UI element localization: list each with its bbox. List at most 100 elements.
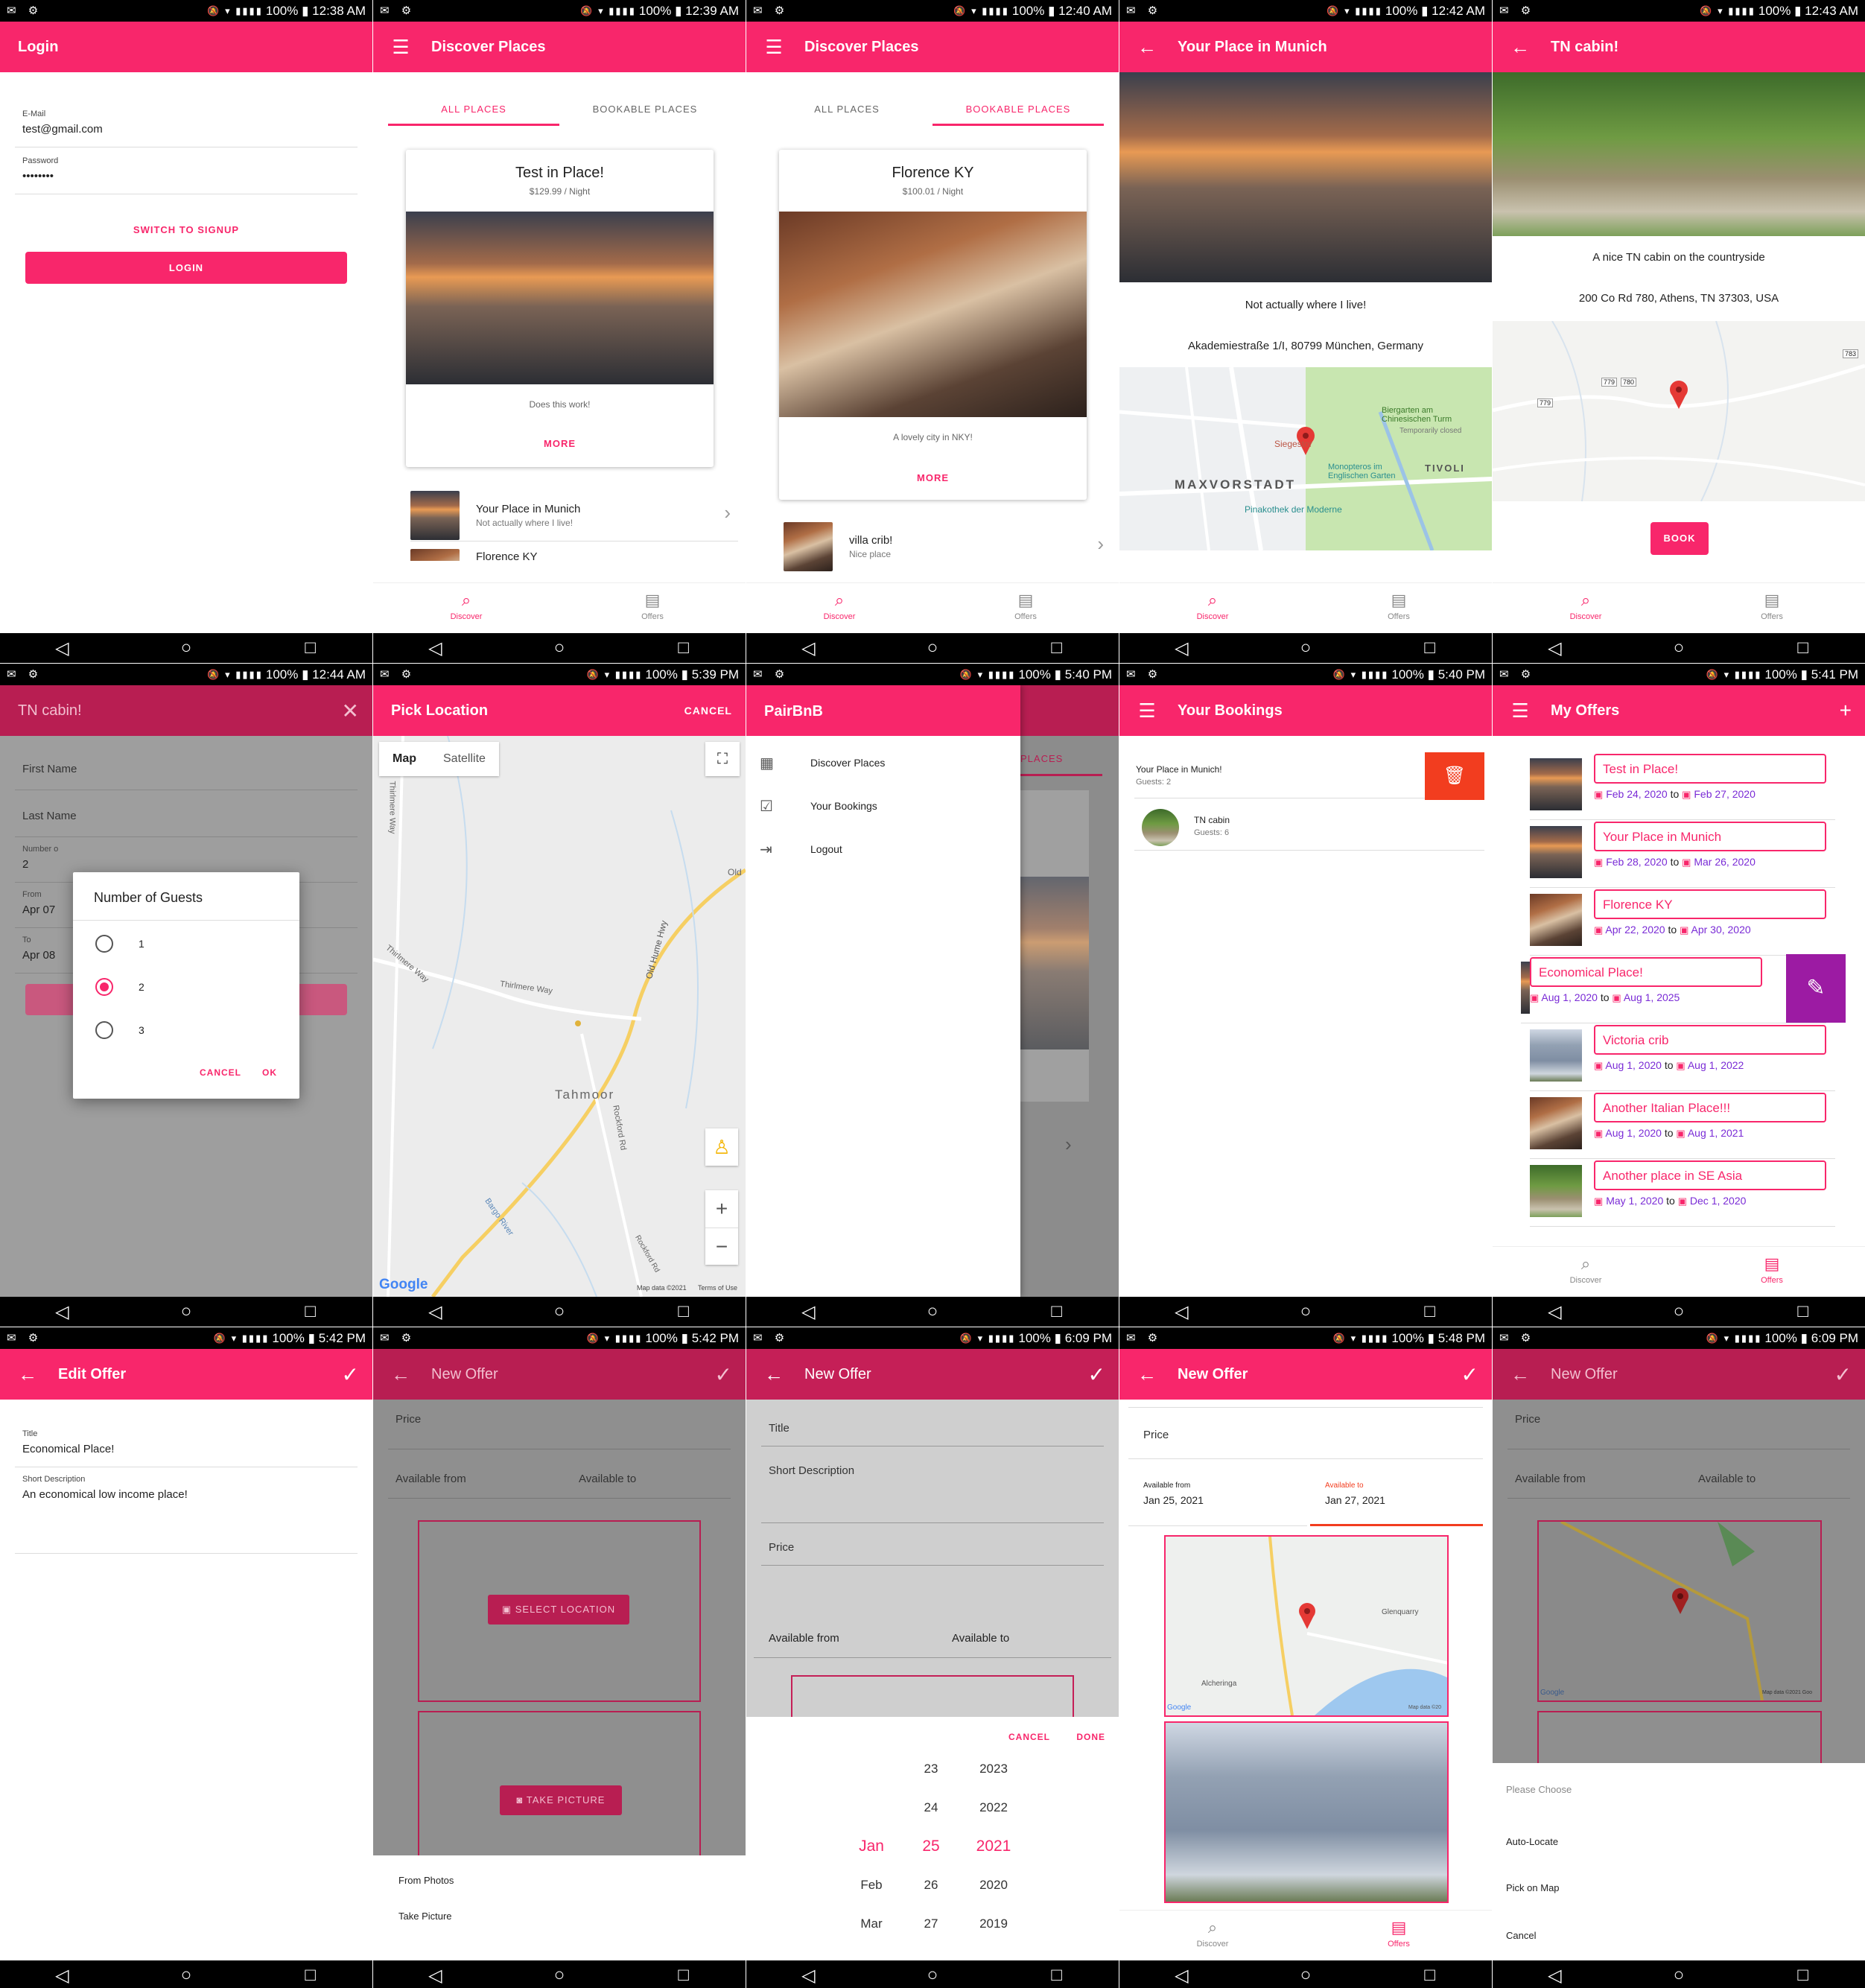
tab-offers[interactable]: ▤ Offers: [932, 583, 1119, 633]
back-arrow-icon[interactable]: ←: [764, 1363, 784, 1386]
sheet-auto-locate[interactable]: Auto-Locate: [1506, 1836, 1558, 1847]
take-picture-button[interactable]: ◙ TAKE PICTURE: [500, 1785, 622, 1815]
home-nav-icon[interactable]: ○: [1261, 1965, 1350, 1986]
sheet-cancel[interactable]: Cancel: [1506, 1930, 1536, 1941]
available-from-field[interactable]: Available from Jan 25, 2021: [1128, 1471, 1307, 1526]
back-arrow-icon[interactable]: ←: [1137, 36, 1157, 59]
home-nav-icon[interactable]: ○: [515, 638, 604, 658]
available-to-field[interactable]: Available to: [579, 1473, 636, 1485]
price-field[interactable]: Price: [761, 1523, 1104, 1566]
edit-offer-button[interactable]: ✎: [1786, 954, 1846, 1023]
picker-day[interactable]: 27: [901, 1916, 961, 1931]
location-map[interactable]: 780 779 779 783: [1493, 320, 1865, 502]
picker-day-selected[interactable]: 25: [901, 1838, 961, 1855]
drawer-item-logout[interactable]: Logout: [810, 843, 842, 855]
back-nav-icon[interactable]: ◁: [763, 1965, 853, 1987]
menu-icon[interactable]: ☰: [764, 36, 784, 59]
radio-option-1[interactable]: [95, 935, 113, 953]
available-to-field[interactable]: Available to: [952, 1632, 1009, 1645]
tab-discover[interactable]: ⌕ Discover: [1119, 583, 1306, 633]
home-nav-icon[interactable]: ○: [888, 1301, 977, 1322]
offer-item[interactable]: Florence KY ▣ Apr 22, 2020 to ▣ Apr 30, 2…: [1530, 888, 1835, 956]
back-nav-icon[interactable]: ◁: [763, 638, 853, 659]
tab-all-places[interactable]: ALL PLACES: [761, 89, 932, 126]
switch-to-signup-button[interactable]: SWITCH TO SIGNUP: [0, 224, 372, 235]
picker-year[interactable]: 2020: [964, 1878, 1023, 1893]
home-nav-icon[interactable]: ○: [888, 1965, 977, 1986]
picker-day[interactable]: 24: [901, 1800, 961, 1815]
home-nav-icon[interactable]: ○: [1634, 1965, 1723, 1986]
check-icon[interactable]: ✓: [1834, 1362, 1852, 1387]
picker-year[interactable]: 2019: [964, 1916, 1023, 1931]
fullscreen-icon[interactable]: ⛶: [705, 742, 740, 776]
dialog-ok-button[interactable]: OK: [262, 1067, 277, 1078]
available-from-field[interactable]: Available from: [395, 1473, 466, 1485]
offer-item[interactable]: Another Italian Place!!! ▣ Aug 1, 2020 to…: [1530, 1091, 1835, 1159]
back-nav-icon[interactable]: ◁: [390, 638, 480, 659]
home-nav-icon[interactable]: ○: [1634, 638, 1723, 658]
home-nav-icon[interactable]: ○: [1261, 1301, 1350, 1322]
tab-offers[interactable]: ▤ Offers: [559, 583, 746, 633]
picker-cancel-button[interactable]: CANCEL: [1008, 1732, 1050, 1742]
price-field[interactable]: Price: [388, 1400, 731, 1449]
booking-item[interactable]: Your Place in Munich! Guests: 2: [1134, 752, 1432, 798]
recent-nav-icon[interactable]: □: [639, 1965, 728, 1986]
home-nav-icon[interactable]: ○: [515, 1965, 604, 1986]
drawer-item-bookings[interactable]: Your Bookings: [810, 800, 877, 812]
more-button[interactable]: MORE: [406, 438, 714, 449]
google-map[interactable]: Map Satellite ⛶ ♙ + − Tahmoor Old Hume H…: [373, 736, 746, 1297]
recent-nav-icon[interactable]: □: [1758, 638, 1848, 658]
menu-icon[interactable]: ☰: [1510, 699, 1530, 723]
login-button[interactable]: LOGIN: [25, 252, 347, 284]
close-icon[interactable]: ✕: [342, 699, 359, 723]
radio-option-2[interactable]: [95, 978, 113, 996]
back-nav-icon[interactable]: ◁: [390, 1965, 480, 1987]
location-preview[interactable]: Glenquarry Alcheringa Google Map data ©2…: [1164, 1535, 1449, 1717]
add-offer-icon[interactable]: +: [1840, 699, 1852, 723]
back-arrow-icon[interactable]: ←: [18, 1363, 37, 1386]
recent-nav-icon[interactable]: □: [639, 638, 728, 658]
recent-nav-icon[interactable]: □: [639, 1301, 728, 1322]
picker-year-selected[interactable]: 2021: [964, 1838, 1023, 1855]
recent-nav-icon[interactable]: □: [1012, 638, 1102, 658]
recent-nav-icon[interactable]: □: [1385, 1965, 1475, 1986]
dialog-cancel-button[interactable]: CANCEL: [200, 1067, 241, 1078]
recent-nav-icon[interactable]: □: [266, 1301, 355, 1322]
radio-option-3[interactable]: [95, 1021, 113, 1039]
price-field[interactable]: Price: [1507, 1400, 1850, 1449]
recent-nav-icon[interactable]: □: [1012, 1965, 1102, 1986]
back-arrow-icon[interactable]: ←: [1510, 1363, 1530, 1386]
home-nav-icon[interactable]: ○: [515, 1301, 604, 1322]
zoom-out-icon[interactable]: −: [705, 1228, 738, 1265]
menu-icon[interactable]: ☰: [1137, 699, 1157, 723]
list-item[interactable]: Your Place in Munich Not actually where …: [410, 488, 738, 542]
back-nav-icon[interactable]: ◁: [17, 1965, 107, 1987]
terms-link[interactable]: Terms of Use: [698, 1284, 737, 1292]
home-nav-icon[interactable]: ○: [142, 1965, 231, 1986]
recent-nav-icon[interactable]: □: [1385, 638, 1475, 658]
available-to-field[interactable]: Available to: [1698, 1473, 1756, 1485]
delete-booking-button[interactable]: 🗑: [1425, 752, 1484, 800]
location-preview[interactable]: Google Map data ©2021 Goo: [1537, 1520, 1822, 1702]
select-location-button[interactable]: ▣ SELECT LOCATION: [488, 1595, 629, 1625]
back-nav-icon[interactable]: ◁: [1510, 1965, 1599, 1987]
offer-item[interactable]: Another place in SE Asia ▣ May 1, 2020 to…: [1530, 1159, 1835, 1227]
check-icon[interactable]: ✓: [1088, 1362, 1105, 1387]
pegman-icon[interactable]: ♙: [705, 1128, 738, 1166]
map-type-satellite[interactable]: Satellite: [430, 742, 499, 776]
more-button[interactable]: MORE: [779, 472, 1087, 483]
location-map[interactable]: MAXVORSTADT TIVOLI Siegestor Biergarten …: [1119, 366, 1492, 551]
home-nav-icon[interactable]: ○: [142, 1301, 231, 1322]
recent-nav-icon[interactable]: □: [1758, 1965, 1848, 1986]
tab-all-places[interactable]: ALL PLACES: [388, 89, 559, 126]
recent-nav-icon[interactable]: □: [1012, 1301, 1102, 1322]
home-nav-icon[interactable]: ○: [888, 638, 977, 658]
back-arrow-icon[interactable]: ←: [1510, 36, 1530, 59]
back-nav-icon[interactable]: ◁: [390, 1301, 480, 1323]
sheet-take-picture[interactable]: Take Picture: [398, 1911, 452, 1922]
available-to-field[interactable]: Available to Jan 27, 2021: [1310, 1471, 1483, 1526]
sheet-pick-on-map[interactable]: Pick on Map: [1506, 1882, 1560, 1893]
list-item[interactable]: Florence KY: [410, 546, 738, 561]
recent-nav-icon[interactable]: □: [266, 1965, 355, 1986]
offer-item[interactable]: Economical Place! ▣ Aug 1, 2020 to ▣ Aug …: [1521, 954, 1846, 1023]
